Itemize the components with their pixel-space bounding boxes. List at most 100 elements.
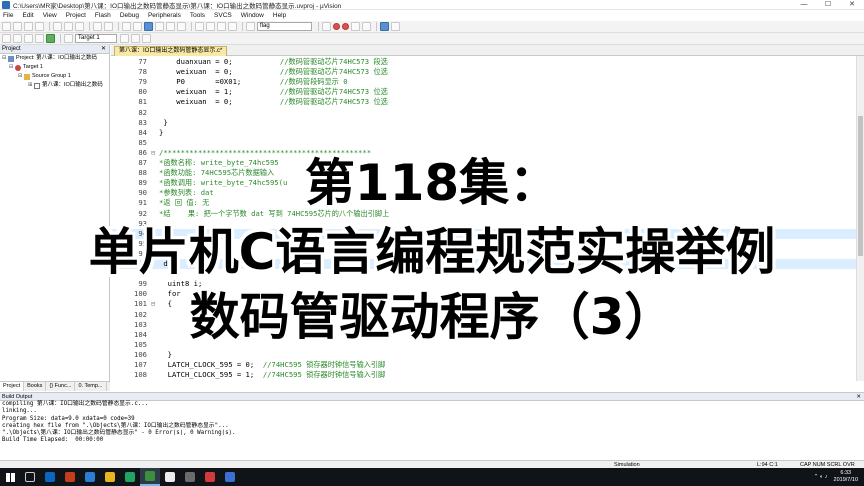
indent-icon[interactable] [195,22,204,31]
navigate-forward-icon[interactable] [133,22,142,31]
expand-icon[interactable]: ⊞ [28,81,33,90]
menu-view[interactable]: View [43,12,57,19]
taskbar-app[interactable] [60,468,80,486]
tree-project-root[interactable]: ⊟ Project: 第八课：IO口输出之数码 [0,54,109,63]
cut-icon[interactable] [53,22,62,31]
start-button[interactable] [0,468,20,486]
code-line[interactable]: 105 [111,340,856,350]
menu-peripherals[interactable]: Peripherals [148,12,181,19]
code-line[interactable]: 103 [111,320,856,330]
taskbar-app[interactable] [200,468,220,486]
menu-svcs[interactable]: SVCS [214,12,232,19]
unindent-icon[interactable] [206,22,215,31]
download-icon[interactable] [46,34,55,43]
code-line[interactable]: 77 duanxuan = 0; //数码管驱动芯片74HC573 段选 [111,57,856,67]
code-line[interactable]: 84} [111,128,856,138]
uncomment-icon[interactable] [228,22,237,31]
code-line[interactable]: 107 LATCH_CLOCK_595 = 0; //74HC595 锁存器时钟… [111,360,856,370]
code-line[interactable]: 95 [111,239,856,249]
kill-breakpoints-icon[interactable] [362,22,371,31]
navigate-back-icon[interactable] [122,22,131,31]
code-line[interactable]: 106 } [111,350,856,360]
find-combo[interactable]: flag [257,22,312,31]
tree-source-group[interactable]: ⊟ Source Group 1 [0,72,109,81]
code-line[interactable]: 109} [111,380,856,381]
redo-icon[interactable] [104,22,113,31]
debug-session-icon[interactable] [333,23,340,30]
batch-build-icon[interactable] [35,34,44,43]
taskbar-app[interactable] [160,468,180,486]
code-line[interactable]: 89 *函数调用: write_byte_74hc595(u [111,178,856,188]
menu-project[interactable]: Project [66,12,86,19]
breakpoint-icon[interactable] [342,23,349,30]
save-all-icon[interactable] [35,22,44,31]
open-file-icon[interactable] [13,22,22,31]
code-line[interactable]: 104 [111,330,856,340]
close-button[interactable]: ✕ [840,0,864,10]
code-line[interactable]: 83 } [111,118,856,128]
minimize-button[interactable]: — [792,0,816,10]
editor-scrollbar[interactable] [856,56,864,381]
menu-tools[interactable]: Tools [190,12,205,19]
collapse-icon[interactable]: ⊟ [9,63,14,72]
code-line[interactable]: 97 d [111,259,856,269]
menu-debug[interactable]: Debug [120,12,139,19]
incremental-find-icon[interactable] [322,22,331,31]
collapse-icon[interactable]: ⊟ [18,72,23,81]
target-options-icon[interactable] [64,34,73,43]
code-line[interactable]: 96 [111,249,856,259]
find-in-files-icon[interactable] [246,22,255,31]
tree-target[interactable]: ⊟ Target 1 [0,63,109,72]
close-panel-icon[interactable]: ✕ [856,393,861,400]
tab-project[interactable]: Project [0,382,25,391]
taskbar-app[interactable] [120,468,140,486]
disable-breakpoint-icon[interactable] [351,22,360,31]
save-icon[interactable] [24,22,33,31]
code-line[interactable]: 90 *参数列表: dat [111,188,856,198]
code-line[interactable]: 101 ⊟ { [111,299,856,309]
code-line[interactable]: 94 [111,228,856,239]
taskbar-app-uvision[interactable] [140,468,160,486]
menu-flash[interactable]: Flash [95,12,111,19]
taskbar-app[interactable] [100,468,120,486]
manage-project-icon[interactable] [120,34,129,43]
code-line[interactable]: 100 for [111,289,856,299]
window-layout-icon[interactable] [380,22,389,31]
code-line[interactable]: 78 weixuan = 0; //数码管驱动芯片74HC573 位选 [111,67,856,77]
code-line[interactable]: 85 [111,138,856,148]
rebuild-icon[interactable] [24,34,33,43]
tree-source-file[interactable]: ⊞ 第八课：IO口输出之数码 [0,81,109,90]
taskbar-app[interactable] [80,468,100,486]
code-line[interactable]: 92 *结 果: 把一个字节数 dat 写到 74HC595芯片的八个输出引脚上 [111,209,856,219]
code-line[interactable]: 88 *函数功能: 74HC595芯片数据输入 [111,168,856,178]
next-bookmark-icon[interactable] [166,22,175,31]
scrollbar-thumb[interactable] [858,116,863,256]
code-line[interactable]: 93 [111,219,856,229]
maximize-button[interactable]: ☐ [816,0,840,10]
menu-help[interactable]: Help [273,12,286,19]
menu-edit[interactable]: Edit [22,12,33,19]
task-view-button[interactable] [20,468,40,486]
code-line[interactable]: 108 LATCH_CLOCK_595 = 1; //74HC595 锁存器时钟… [111,370,856,380]
code-line[interactable]: 99 uint8 i; [111,279,856,289]
new-file-icon[interactable] [2,22,11,31]
paste-icon[interactable] [75,22,84,31]
target-select[interactable]: Target 1 [75,34,117,43]
editor-file-tab[interactable]: 第八课：IO口输出之数码管静态显示.c* [114,46,228,56]
code-line[interactable]: 102 [111,310,856,320]
fold-marker[interactable]: ⊟ [151,148,157,158]
configure-icon[interactable] [391,22,400,31]
collapse-icon[interactable]: ⊟ [2,54,7,63]
undo-icon[interactable] [93,22,102,31]
code-line[interactable]: 79 P0 =0X01; //数码管段码显示 0 [111,77,856,87]
translate-icon[interactable] [2,34,11,43]
clear-bookmarks-icon[interactable] [177,22,186,31]
menu-file[interactable]: File [3,12,13,19]
code-line[interactable]: 87 *函数名称: write_byte_74hc595 [111,158,856,168]
tray-icons[interactable]: ⌃ ◐ ♪ [814,474,828,480]
file-extensions-icon[interactable] [131,34,140,43]
code-line[interactable]: 91 *返 回 值: 无 [111,198,856,208]
fold-marker[interactable]: ⊟ [151,299,157,309]
copy-icon[interactable] [64,22,73,31]
code-line[interactable]: 80 weixuan = 1; //数码管驱动芯片74HC573 位选 [111,87,856,97]
